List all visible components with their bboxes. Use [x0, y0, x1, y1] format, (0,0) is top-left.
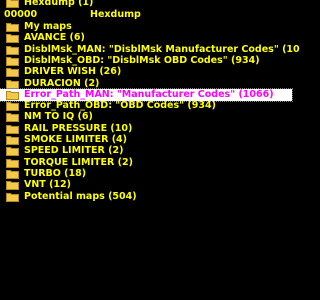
tree-item-label: NM TO IQ (6) [24, 111, 93, 123]
tree-item-turbo-18[interactable]: TURBO (18) [0, 168, 292, 180]
tree-item-label: SPEED LIMITER (2) [24, 145, 124, 157]
folder-icon [6, 56, 19, 66]
tree-item-label: SMOKE LIMITER (4) [24, 134, 127, 145]
map-tree: Hexdump (1) 00000 Hexdump My maps AVANCE … [0, 0, 300, 300]
folder-icon [6, 158, 19, 168]
tree-item-hexdump-group[interactable]: Hexdump (1) [0, 0, 292, 9]
hexdump-address: 00000 [4, 9, 38, 20]
tree-item-error-path-obd-obd-codes-934[interactable]: Error_Path_OBD: "OBD Codes" (934) [0, 100, 292, 112]
tree-item-duracion-2[interactable]: DURACION (2) [0, 78, 292, 90]
tree-item-label: DisblMsk_MAN: "DisblMsk Manufacturer Cod… [24, 43, 300, 55]
tree-item-driver-wish-26[interactable]: DRIVER WISH (26) [0, 66, 292, 78]
tree-item-label: DisblMsk_OBD: "DisblMsk OBD Codes" (934) [24, 54, 260, 66]
tree-item-label: RAIL PRESSURE (10) [24, 122, 133, 134]
tree-item-disblmsk-man-disblmsk-manufacturer-codes-1066[interactable]: DisblMsk_MAN: "DisblMsk Manufacturer Cod… [0, 44, 300, 56]
tree-item-label: TORQUE LIMITER (2) [24, 156, 133, 168]
tree-item-nm-to-iq-6[interactable]: NM TO IQ (6) [0, 111, 292, 123]
folder-icon [6, 180, 19, 191]
tree-item-potential-maps-504[interactable]: Potential maps (504) [0, 191, 292, 203]
tree-item-label: AVANCE (6) [24, 32, 85, 44]
tree-item-smoke-limiter-4[interactable]: SMOKE LIMITER (4) [0, 134, 292, 146]
folder-icon [6, 101, 19, 112]
folder-icon [6, 0, 19, 8]
tree-item-my-maps[interactable]: My maps [0, 21, 292, 33]
tree-item-error-path-man-manufacturer-codes-1066[interactable]: Error_Path_MAN: "Manufacturer Codes" (10… [0, 87, 293, 102]
folder-icon [6, 67, 19, 78]
folder-icon [6, 146, 19, 157]
tree-item-disblmsk-obd-disblmsk-obd-codes-934[interactable]: DisblMsk_OBD: "DisblMsk OBD Codes" (934) [0, 55, 292, 67]
tree-item-vnt-12[interactable]: VNT (12) [0, 179, 292, 191]
folder-icon [6, 135, 19, 145]
folder-icon [6, 33, 19, 44]
tree-item-label: DRIVER WISH (26) [24, 66, 122, 78]
tree-item-avance-6[interactable]: AVANCE (6) [0, 32, 292, 44]
tree-item-rail-pressure-10[interactable]: RAIL PRESSURE (10) [0, 123, 292, 135]
folder-icon [6, 79, 19, 89]
tree-item-label: VNT (12) [24, 179, 71, 191]
tree-item-speed-limiter-2[interactable]: SPEED LIMITER (2) [0, 145, 292, 157]
tree-item-label: Hexdump (1) [24, 0, 94, 8]
tree-item-label: DURACION (2) [24, 77, 100, 89]
hexdump-name: Hexdump [90, 9, 141, 20]
folder-icon [6, 192, 19, 202]
tree-item-label: Potential maps (504) [24, 190, 137, 202]
folder-icon [6, 90, 19, 100]
tree-item-label: TURBO (18) [24, 167, 87, 179]
folder-icon [6, 45, 19, 55]
tree-item-label: Error_Path_MAN: "Manufacturer Codes" (10… [24, 88, 274, 100]
folder-icon [6, 124, 19, 134]
folder-icon [6, 112, 19, 123]
tree-item-label: Error_Path_OBD: "OBD Codes" (934) [24, 100, 216, 112]
folder-icon [6, 169, 19, 179]
folder-icon [6, 22, 19, 32]
tree-item-torque-limiter-2[interactable]: TORQUE LIMITER (2) [0, 157, 292, 169]
tree-item-label: My maps [24, 21, 72, 32]
tree-item-hexdump[interactable]: 00000 Hexdump [0, 9, 292, 21]
